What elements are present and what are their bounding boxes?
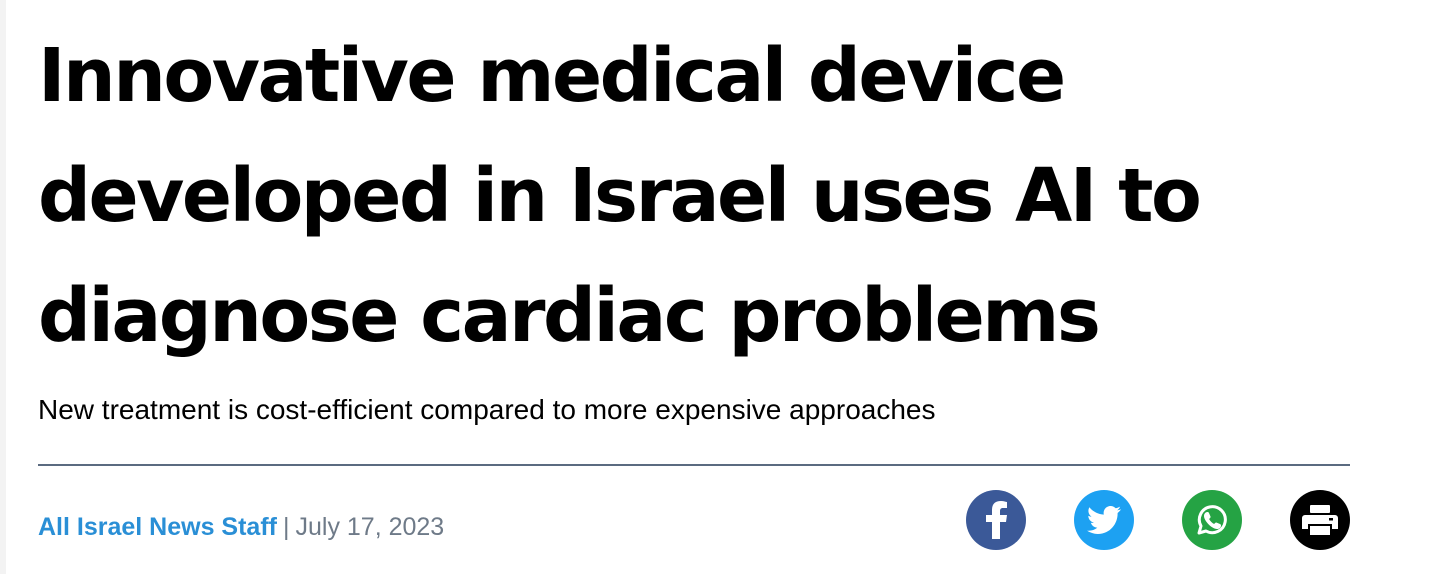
publish-date: July 17, 2023 bbox=[295, 513, 445, 541]
share-twitter-button[interactable] bbox=[1074, 490, 1134, 550]
article-header: Innovative medical device developed in I… bbox=[38, 0, 1350, 550]
facebook-icon bbox=[983, 501, 1009, 539]
twitter-icon bbox=[1087, 506, 1121, 534]
print-icon bbox=[1301, 503, 1339, 537]
page-left-edge bbox=[0, 0, 6, 574]
share-whatsapp-button[interactable] bbox=[1182, 490, 1242, 550]
author-link[interactable]: All Israel News Staff bbox=[38, 513, 277, 541]
header-divider bbox=[38, 464, 1350, 466]
whatsapp-icon bbox=[1194, 502, 1230, 538]
byline: All Israel News Staff | July 17, 2023 bbox=[38, 510, 444, 544]
article-subheadline: New treatment is cost-efficient compared… bbox=[38, 394, 936, 425]
share-facebook-button[interactable] bbox=[966, 490, 1026, 550]
article-headline: Innovative medical device developed in I… bbox=[38, 33, 1202, 359]
print-button[interactable] bbox=[1290, 490, 1350, 550]
byline-separator: | bbox=[282, 513, 290, 541]
share-bar bbox=[966, 490, 1350, 550]
